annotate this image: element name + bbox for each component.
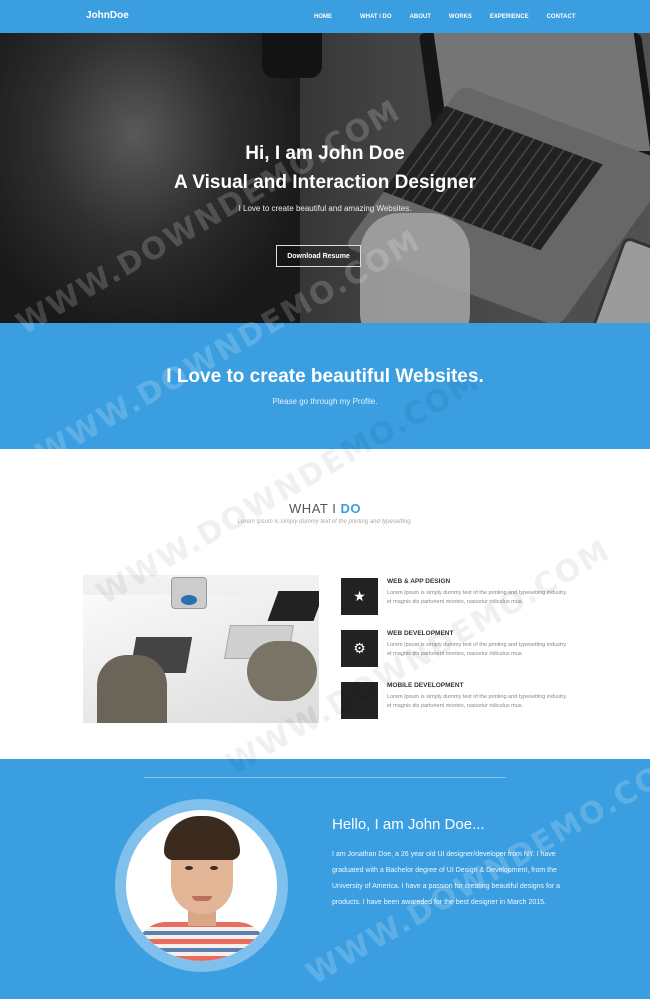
service-title: WEB & APP DESIGN [387, 578, 451, 585]
nav-item-contact[interactable]: CONTACT [547, 14, 576, 20]
service-description: Lorem Ipsum is simply dummy text of the … [387, 590, 567, 605]
left-hand-shape [97, 655, 167, 723]
projector-lens [181, 595, 197, 605]
apple-icon [341, 682, 378, 719]
avatar-shirt [136, 922, 267, 961]
nav-item-experience[interactable]: EXPERIENCE [490, 14, 529, 20]
what-i-do-subtitle: Lorem Ipsum is simply dummy text of the … [237, 519, 413, 525]
service-title: MOBILE DEVELOPMENT [387, 682, 464, 689]
navbar: JohnDoe HOME WHAT I DO ABOUT WORKS EXPER… [0, 0, 650, 33]
nav-item-works[interactable]: WORKS [449, 14, 472, 20]
star-icon: ★ [341, 578, 378, 615]
what-i-do-title-plain: WHAT I [289, 501, 337, 516]
nav-item-about[interactable]: ABOUT [410, 14, 431, 20]
service-item: ★ WEB & APP DESIGN Lorem Ipsum is simply… [341, 578, 631, 618]
avatar-hair [164, 816, 240, 860]
avatar [126, 810, 277, 961]
about-title: Hello, I am John Doe... [332, 816, 485, 833]
hero-heading-line1: Hi, I am John Doe [245, 143, 405, 164]
interactive-table-image [83, 575, 319, 723]
about-divider [144, 777, 506, 778]
hero-subtitle: I Love to create beautiful and amazing W… [238, 204, 412, 213]
intro-band-subtitle: Please go through my Profile. [272, 397, 378, 406]
hero-heading-line2: A Visual and Interaction Designer [174, 172, 476, 193]
right-hand-shape [247, 641, 317, 701]
what-i-do-title: WHAT I DO [0, 501, 650, 516]
service-description: Lorem Ipsum is simply dummy text of the … [387, 694, 567, 709]
avatar-mouth [192, 896, 212, 901]
brand-logo[interactable]: JohnDoe [86, 10, 129, 21]
about-section: Hello, I am John Doe... I am Jonathan Do… [0, 759, 650, 999]
what-i-do-section: WHAT I DO Lorem Ipsum is simply dummy te… [0, 449, 650, 759]
intro-band-title: I Love to create beautiful Websites. [166, 366, 484, 387]
avatar-eye-left [185, 866, 193, 870]
service-title: WEB DEVELOPMENT [387, 630, 454, 637]
nav-menu: HOME WHAT I DO ABOUT WORKS EXPERIENCE CO… [306, 0, 575, 33]
intro-band: I Love to create beautiful Websites. Ple… [0, 323, 650, 449]
download-resume-button[interactable]: Download Resume [276, 245, 361, 267]
android-icon: ⚙ [341, 630, 378, 667]
service-item: MOBILE DEVELOPMENT Lorem Ipsum is simply… [341, 682, 631, 722]
hero-section: Hi, I am John Doe A Visual and Interacti… [0, 33, 650, 323]
service-item: ⚙ WEB DEVELOPMENT Lorem Ipsum is simply … [341, 630, 631, 670]
about-text: I am Jonathan Doe, a 26 year old UI desi… [332, 851, 561, 906]
what-i-do-title-highlight: DO [340, 501, 361, 516]
avatar-eye-right [210, 866, 218, 870]
nav-item-what-i-do[interactable]: WHAT I DO [360, 14, 392, 20]
nav-item-home[interactable]: HOME [314, 14, 332, 20]
service-description: Lorem Ipsum is simply dummy text of the … [387, 642, 567, 657]
